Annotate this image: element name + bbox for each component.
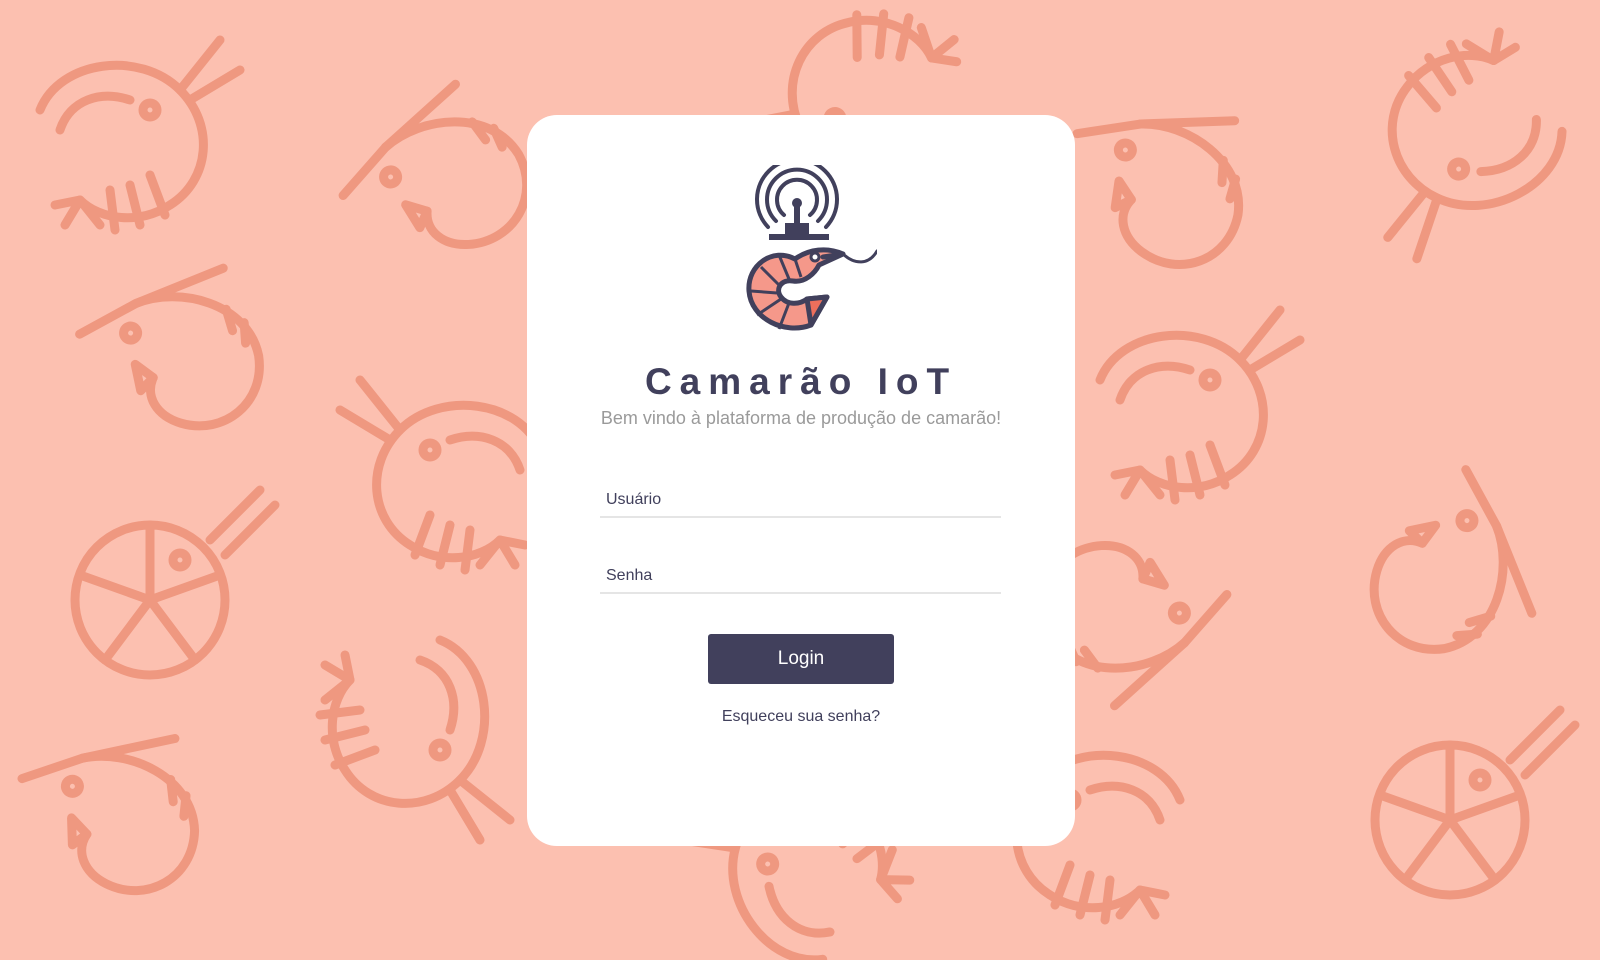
forgot-password-link[interactable]: Esqueceu sua senha? [527,708,1075,726]
app-title: Camarão IoT [644,361,958,402]
username-field[interactable] [600,476,1001,518]
password-field[interactable] [600,552,1001,594]
app-subtitle: Bem vindo à plataforma de produção de ca… [600,408,1002,428]
shrimp-antenna-logo-icon [746,165,877,331]
login-card: Camarão IoT Bem vindo à plataforma de pr… [527,115,1075,846]
login-button[interactable]: Login [708,634,894,684]
